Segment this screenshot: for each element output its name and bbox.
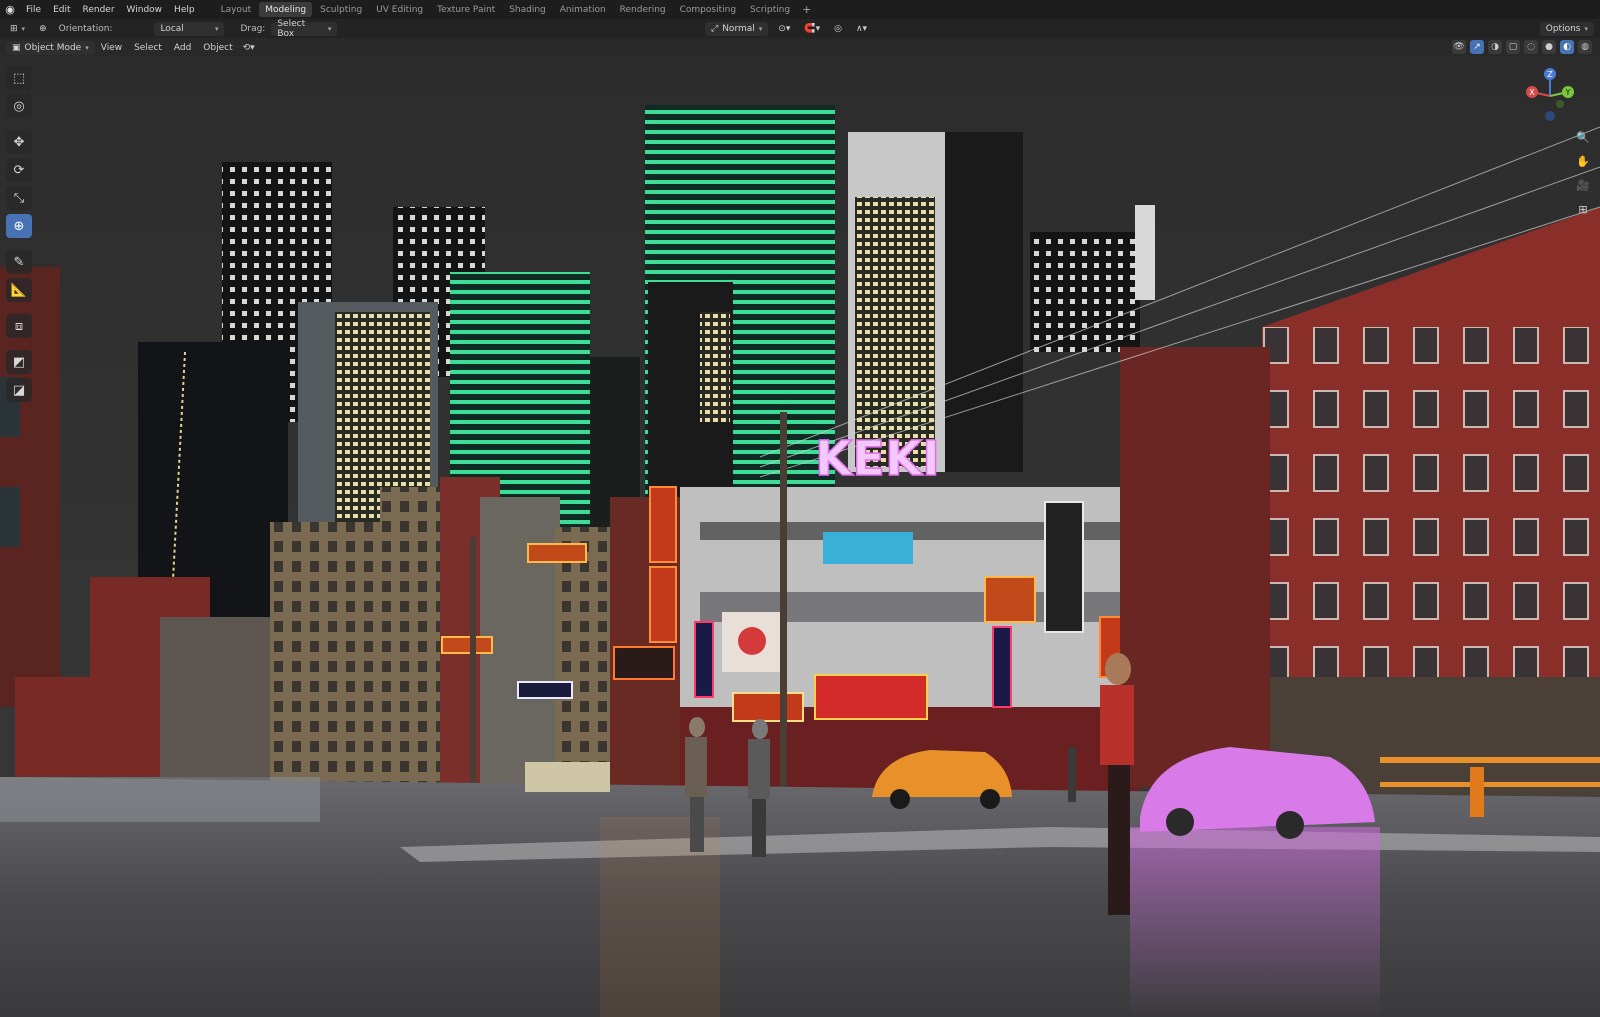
gizmo-z-label: Z bbox=[1547, 70, 1553, 79]
snap-icon[interactable]: 🧲▾ bbox=[800, 21, 824, 36]
tab-shading[interactable]: Shading bbox=[503, 2, 552, 17]
gizmo-neg-y-axis[interactable] bbox=[1556, 100, 1564, 108]
tab-sculpting[interactable]: Sculpting bbox=[314, 2, 368, 17]
tab-uv-editing[interactable]: UV Editing bbox=[370, 2, 429, 17]
transform-orientation-dropdown[interactable]: ⤢ Normal ▾ bbox=[705, 21, 769, 36]
annotate-tool-icon[interactable]: ✎ bbox=[6, 250, 32, 274]
orientation-dropdown[interactable]: Local ▾ bbox=[154, 21, 225, 36]
shading-solid-icon[interactable]: ● bbox=[1542, 40, 1556, 54]
shading-material-icon[interactable]: ◐ bbox=[1560, 40, 1574, 54]
tab-compositing[interactable]: Compositing bbox=[674, 2, 742, 17]
top-menu-bar: ◉ File Edit Render Window Help Layout Mo… bbox=[0, 0, 1600, 19]
measure-tool-icon[interactable]: 📐 bbox=[6, 278, 32, 302]
rotate-tool-icon[interactable]: ⟳ bbox=[6, 158, 32, 182]
menu-window[interactable]: Window bbox=[121, 0, 169, 19]
workspace-tabs: Layout Modeling Sculpting UV Editing Tex… bbox=[215, 0, 816, 19]
menu-help[interactable]: Help bbox=[168, 0, 201, 19]
viewport-menu-select[interactable]: Select bbox=[128, 43, 168, 53]
options-label: Options bbox=[1545, 23, 1581, 34]
editor-type-button[interactable]: ⊞ ▾ bbox=[6, 21, 29, 36]
left-toolbar: ⬚ ◎ ✥ ⟳ ⤡ ⊕ ✎ 📐 ⧈ ◩ ◪ bbox=[6, 66, 34, 402]
active-tool-icon[interactable]: ⊕ bbox=[35, 21, 51, 36]
viewport-menu-add[interactable]: Add bbox=[168, 43, 197, 53]
gizmo-x-label: X bbox=[1529, 88, 1535, 97]
transform-controls: ⤢ Normal ▾ ⊙▾ 🧲▾ ◎ ∧▾ bbox=[705, 19, 871, 38]
orientation-label: Orientation: bbox=[58, 23, 113, 34]
tab-rendering[interactable]: Rendering bbox=[614, 2, 672, 17]
viewport-header: ▣ Object Mode ▾ View Select Add Object ⟲▾… bbox=[0, 38, 1600, 57]
shading-wireframe-icon[interactable]: ◌ bbox=[1524, 40, 1538, 54]
scale-tool-icon[interactable]: ⤡ bbox=[6, 186, 32, 210]
zoom-icon[interactable]: 🔍 bbox=[1574, 128, 1592, 146]
chevron-down-icon: ▾ bbox=[327, 24, 332, 33]
tab-modeling[interactable]: Modeling bbox=[259, 2, 313, 17]
chevron-down-icon: ▾ bbox=[1584, 24, 1588, 33]
object-mode-icon: ▣ bbox=[12, 42, 21, 53]
visibility-icon[interactable]: 👁 bbox=[1452, 40, 1466, 54]
gizmo-neg-z-axis[interactable] bbox=[1545, 111, 1555, 121]
scene-render: KEKI bbox=[0, 57, 1600, 1017]
move-tool-icon[interactable]: ✥ bbox=[6, 130, 32, 154]
select-box-tool-icon[interactable]: ⬚ bbox=[6, 66, 32, 90]
pan-hand-icon[interactable]: ✋ bbox=[1574, 152, 1592, 170]
menu-render[interactable]: Render bbox=[77, 0, 121, 19]
blender-window: ◉ File Edit Render Window Help Layout Mo… bbox=[0, 0, 1600, 1017]
navigation-buttons: 🔍 ✋ 🎥 ⊞ bbox=[1574, 128, 1592, 218]
3d-viewport[interactable]: KEKI bbox=[0, 57, 1600, 1017]
gizmo-toggle-icon[interactable]: ↗ bbox=[1470, 40, 1484, 54]
shear-tool-icon[interactable]: ◩ bbox=[6, 350, 32, 374]
chevron-down-icon: ▾ bbox=[21, 24, 26, 33]
viewport-shading-controls: 👁 ↗ ◑ ▢ ◌ ● ◐ ◍ bbox=[1452, 40, 1592, 54]
tab-texture-paint[interactable]: Texture Paint bbox=[431, 2, 501, 17]
add-workspace-button[interactable]: + bbox=[798, 3, 815, 16]
transform-pivot-icon: ⤢ bbox=[711, 23, 719, 34]
falloff-icon[interactable]: ∧▾ bbox=[852, 21, 871, 36]
chevron-down-icon: ▾ bbox=[85, 43, 89, 52]
menu-file[interactable]: File bbox=[20, 0, 47, 19]
drag-dropdown[interactable]: Select Box ▾ bbox=[271, 18, 338, 39]
xray-icon[interactable]: ▢ bbox=[1506, 40, 1520, 54]
tab-layout[interactable]: Layout bbox=[215, 2, 258, 17]
menu-edit[interactable]: Edit bbox=[47, 0, 76, 19]
mode-dropdown[interactable]: ▣ Object Mode ▾ bbox=[6, 40, 95, 55]
chevron-down-icon: ▾ bbox=[214, 24, 219, 33]
proportional-edit-icon[interactable]: ◎ bbox=[830, 21, 846, 36]
drag-value: Select Box bbox=[277, 18, 306, 39]
camera-view-icon[interactable]: 🎥 bbox=[1574, 176, 1592, 194]
transform-pivot-value: Normal bbox=[722, 23, 755, 34]
shading-rendered-icon[interactable]: ◍ bbox=[1578, 40, 1592, 54]
add-cube-tool-icon[interactable]: ⧈ bbox=[6, 314, 32, 338]
navigation-gizmo[interactable]: Z Y X bbox=[1520, 66, 1580, 126]
blender-logo-icon[interactable]: ◉ bbox=[0, 0, 20, 19]
gizmo-y-label: Y bbox=[1565, 88, 1571, 97]
mode-value: Object Mode bbox=[24, 42, 82, 53]
transform-affect-icon[interactable]: ⟲▾ bbox=[239, 40, 259, 55]
overlays-icon[interactable]: ◑ bbox=[1488, 40, 1502, 54]
transform-tool-icon[interactable]: ⊕ bbox=[6, 214, 32, 238]
tab-scripting[interactable]: Scripting bbox=[744, 2, 796, 17]
editor-type-icon: ⊞ bbox=[10, 23, 18, 34]
cursor-tool-icon[interactable]: ◎ bbox=[6, 94, 32, 118]
viewport-menu-object[interactable]: Object bbox=[197, 43, 238, 53]
chevron-down-icon: ▾ bbox=[758, 24, 763, 33]
drag-label: Drag: bbox=[240, 23, 266, 34]
bevel-tool-icon[interactable]: ◪ bbox=[6, 378, 32, 402]
options-dropdown[interactable]: Options ▾ bbox=[1539, 21, 1594, 36]
pivot-point-icon[interactable]: ⊙▾ bbox=[774, 21, 794, 36]
viewport-menu-view[interactable]: View bbox=[95, 43, 128, 53]
orientation-value: Local bbox=[160, 23, 184, 34]
perspective-grid-icon[interactable]: ⊞ bbox=[1574, 200, 1592, 218]
tab-animation[interactable]: Animation bbox=[554, 2, 612, 17]
tool-header: ⊞ ▾ ⊕ Orientation: Local ▾ Drag: Select Bo… bbox=[0, 18, 1600, 39]
